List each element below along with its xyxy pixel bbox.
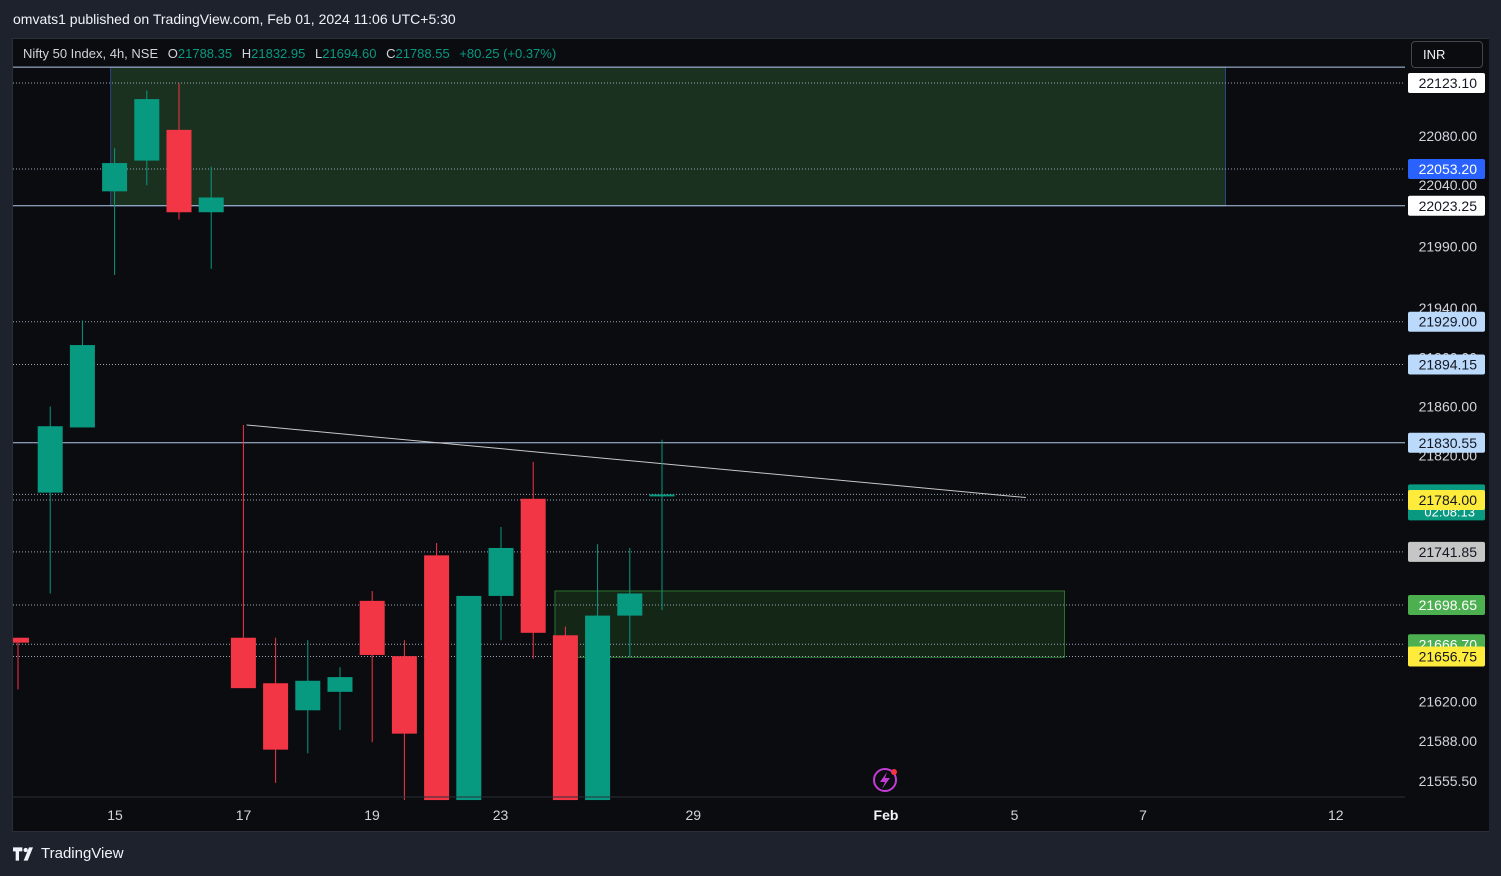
supply-demand-zone [110, 66, 1227, 207]
candle-body [359, 600, 385, 655]
low-value: 21694.60 [322, 46, 377, 61]
y-tick-label: 21555.50 [1419, 773, 1478, 789]
x-tick-label: 29 [685, 807, 701, 823]
footer-brand[interactable]: TradingView [13, 845, 124, 862]
x-tick-label: 5 [1011, 807, 1019, 823]
x-tick-label: Feb [874, 807, 899, 823]
candle-body [391, 656, 417, 734]
candle-body [520, 498, 546, 633]
candle-body [37, 426, 63, 493]
candle [295, 640, 321, 754]
candle-body [456, 595, 482, 801]
candle-body [102, 163, 128, 192]
price-label-text: 22053.20 [1419, 161, 1478, 177]
price-label-text: 21656.75 [1419, 648, 1478, 664]
candle [69, 320, 95, 428]
price-label-text: 21894.15 [1419, 357, 1478, 373]
candle [359, 591, 385, 743]
candle-body [488, 547, 514, 596]
x-tick-label: 19 [364, 807, 380, 823]
candle [456, 595, 482, 801]
x-tick-label: 23 [493, 807, 509, 823]
price-label-text: 21784.00 [1419, 492, 1478, 508]
candle-body [166, 129, 192, 213]
x-tick-label: 17 [236, 807, 252, 823]
candle-body [617, 593, 643, 616]
y-tick-label: 22080.00 [1419, 128, 1478, 144]
candle [230, 424, 256, 689]
candle-body [327, 677, 353, 692]
symbol-name[interactable]: Nifty 50 Index, 4h, NSE [23, 46, 158, 61]
y-tick-label: 21588.00 [1419, 733, 1478, 749]
y-tick-label: 21620.00 [1419, 694, 1478, 710]
footer-brand-text: TradingView [41, 845, 124, 862]
candle-body [424, 555, 450, 801]
price-label: 21929.00 [1408, 311, 1485, 332]
ohlc-legend: Nifty 50 Index, 4h, NSE O21788.35 H21832… [23, 46, 556, 61]
price-label: 21656.75 [1408, 646, 1485, 667]
price-label-text: 21929.00 [1419, 314, 1478, 330]
candle [552, 626, 578, 801]
candle [391, 640, 417, 801]
price-label-text: 22123.10 [1419, 75, 1478, 91]
close-value: 21788.55 [395, 46, 450, 61]
x-tick-label: 15 [107, 807, 123, 823]
candle-body [198, 197, 224, 213]
price-label: 21698.65 [1408, 594, 1485, 615]
price-label: 21784.00 [1408, 490, 1485, 511]
x-tick-label: 7 [1139, 807, 1147, 823]
price-label-text: 21830.55 [1419, 435, 1478, 451]
lightning-dot [891, 769, 897, 775]
change-value: +80.25 (+0.37%) [459, 46, 557, 61]
price-label: 22053.20 [1408, 158, 1485, 179]
price-label: 21894.15 [1408, 354, 1485, 375]
x-tick-label: 12 [1328, 807, 1344, 823]
candle [327, 667, 353, 730]
trendline [246, 424, 1026, 499]
candle-body [13, 637, 29, 643]
open-value: 21788.35 [177, 46, 233, 61]
y-tick-label: 22040.00 [1419, 177, 1478, 193]
candle-body [134, 99, 160, 161]
candle-body [295, 680, 321, 711]
candle [585, 544, 611, 801]
price-label: 21741.85 [1408, 541, 1485, 562]
candle-body [230, 637, 256, 689]
price-label-text: 22023.25 [1419, 198, 1478, 214]
y-tick-label: 21860.00 [1419, 399, 1478, 415]
price-label-text: 21741.85 [1419, 544, 1478, 560]
candle-body [649, 494, 675, 497]
price-label: 22023.25 [1408, 195, 1485, 216]
candle-body [263, 683, 289, 750]
candle [520, 461, 546, 659]
high-value: 21832.95 [251, 46, 306, 61]
lightning-event-icon [873, 768, 897, 792]
currency-button[interactable]: INR [1411, 41, 1483, 68]
lightning-bolt [880, 772, 890, 789]
candle-body [585, 615, 611, 801]
candle-body [552, 635, 578, 801]
candle [263, 637, 289, 783]
high-label: H [241, 46, 252, 61]
candle [488, 527, 514, 641]
open-label: O [167, 46, 178, 61]
price-label-text: 21698.65 [1419, 597, 1478, 613]
candle [13, 637, 29, 690]
candlestick-chart[interactable]: 22080.0022040.0021990.0021940.0021900.00… [0, 0, 1501, 876]
candle [649, 439, 675, 610]
tradingview-logo-icon [13, 846, 33, 861]
price-label: 21830.55 [1408, 432, 1485, 453]
y-tick-label: 21990.00 [1419, 239, 1478, 255]
price-label: 22123.10 [1408, 73, 1485, 93]
candle [102, 148, 128, 275]
candle-body [69, 345, 95, 428]
candle [424, 543, 450, 801]
